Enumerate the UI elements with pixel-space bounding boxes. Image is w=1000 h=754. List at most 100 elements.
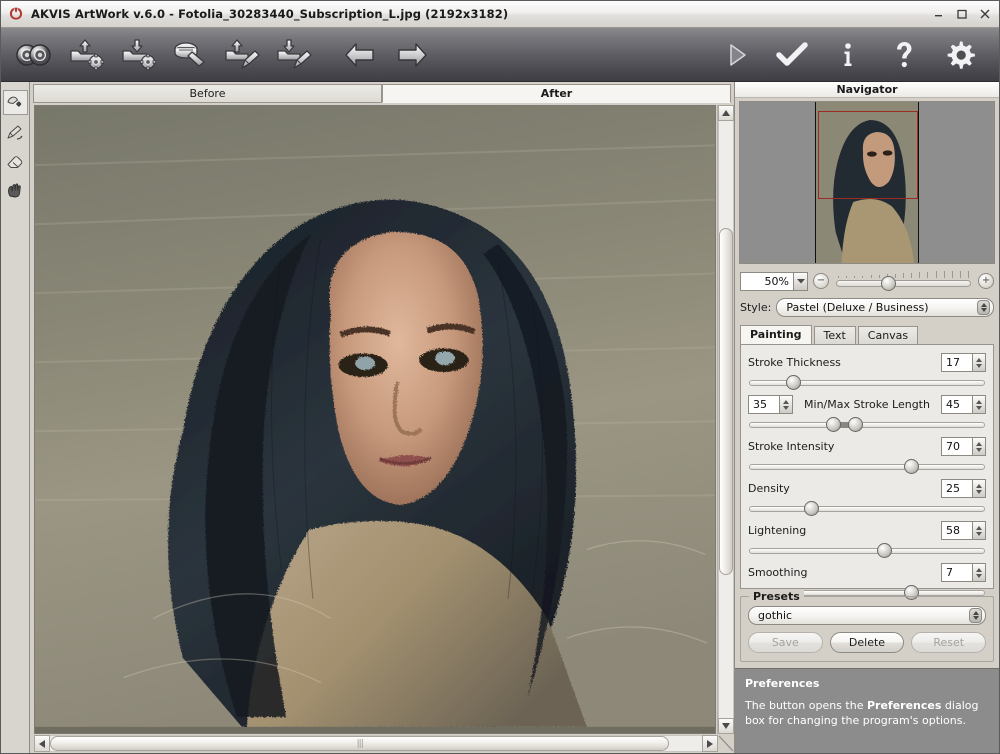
lightening-stepper[interactable]: 58 bbox=[941, 521, 986, 540]
preset-save-button[interactable]: Save bbox=[748, 632, 823, 653]
print-button[interactable] bbox=[169, 35, 211, 75]
tool-stroke-direction[interactable] bbox=[3, 119, 28, 144]
style-combo[interactable]: Pastel (Deluxe / Business) bbox=[776, 298, 994, 317]
main-toolbar bbox=[1, 28, 999, 82]
zoom-in-button[interactable]: + bbox=[978, 273, 994, 289]
image-canvas[interactable] bbox=[34, 105, 716, 734]
tool-eraser[interactable] bbox=[3, 148, 28, 173]
slider-track[interactable] bbox=[749, 464, 985, 470]
slider-thumb[interactable] bbox=[804, 501, 819, 516]
density-slider[interactable] bbox=[748, 500, 986, 516]
preferences-button[interactable] bbox=[939, 35, 981, 75]
slider-thumb-min[interactable] bbox=[826, 417, 841, 432]
zoom-input[interactable]: 50% bbox=[740, 272, 794, 291]
stroke-thickness-slider[interactable] bbox=[748, 374, 986, 390]
smoothing-value[interactable]: 7 bbox=[941, 563, 973, 582]
navigator-viewport-rect[interactable] bbox=[818, 111, 918, 199]
maximize-button[interactable] bbox=[951, 5, 972, 24]
stroke-intensity-spinner-icon[interactable] bbox=[972, 437, 986, 456]
slider-track[interactable] bbox=[749, 548, 985, 554]
run-button[interactable] bbox=[715, 35, 757, 75]
close-button[interactable] bbox=[974, 5, 995, 24]
tab-painting[interactable]: Painting bbox=[740, 325, 812, 344]
param-row-smoothing: Smoothing 7 bbox=[748, 562, 986, 583]
stroke-length-max-spinner-icon[interactable] bbox=[972, 395, 986, 414]
vertical-scrollbar[interactable] bbox=[717, 105, 734, 734]
load-strokes-button[interactable] bbox=[221, 35, 263, 75]
tool-smudge[interactable] bbox=[3, 90, 28, 115]
tab-before[interactable]: Before bbox=[33, 84, 382, 103]
style-spinner-icon[interactable] bbox=[977, 300, 990, 315]
scroll-down-button[interactable] bbox=[718, 718, 734, 734]
open-from-button[interactable] bbox=[65, 35, 107, 75]
stroke-intensity-stepper[interactable]: 70 bbox=[941, 437, 986, 456]
density-stepper[interactable]: 25 bbox=[941, 479, 986, 498]
stroke-length-max-value[interactable]: 45 bbox=[941, 395, 973, 414]
stroke-length-min-spinner-icon[interactable] bbox=[779, 395, 793, 414]
min-max-stroke-length-slider[interactable] bbox=[748, 416, 986, 432]
hint-panel: Preferences The button opens the Prefere… bbox=[735, 668, 999, 753]
redo-button[interactable] bbox=[391, 35, 433, 75]
title-bar: AKVIS ArtWork v.6.0 - Fotolia_30283440_S… bbox=[1, 1, 999, 28]
scroll-up-button[interactable] bbox=[718, 105, 734, 121]
scroll-left-button[interactable] bbox=[34, 735, 50, 752]
stroke-intensity-slider[interactable] bbox=[748, 458, 986, 474]
slider-track[interactable] bbox=[749, 380, 985, 386]
horizontal-scroll-track[interactable]: ||| bbox=[50, 735, 702, 752]
zoom-slider[interactable] bbox=[834, 271, 973, 291]
question-icon bbox=[897, 42, 912, 67]
save-strokes-button[interactable] bbox=[273, 35, 315, 75]
preset-spinner-icon[interactable] bbox=[969, 608, 982, 623]
horizontal-scrollbar[interactable]: ||| bbox=[30, 734, 734, 753]
stroke-length-min-value[interactable]: 35 bbox=[748, 395, 780, 414]
density-spinner-icon[interactable] bbox=[972, 479, 986, 498]
help-button[interactable] bbox=[883, 35, 925, 75]
undo-button[interactable] bbox=[339, 35, 381, 75]
stroke-thickness-value[interactable]: 17 bbox=[941, 353, 973, 372]
tab-text[interactable]: Text bbox=[814, 326, 856, 344]
vertical-scroll-thumb[interactable] bbox=[719, 228, 733, 574]
slider-thumb[interactable] bbox=[877, 543, 892, 558]
scroll-right-button[interactable] bbox=[702, 735, 718, 752]
param-row-min-max-stroke-length: 35 Min/Max Stroke Length 45 bbox=[748, 394, 986, 415]
window-resize-grip[interactable] bbox=[718, 735, 734, 752]
zoom-out-button[interactable]: − bbox=[813, 273, 829, 289]
about-button[interactable] bbox=[827, 35, 869, 75]
stroke-intensity-value[interactable]: 70 bbox=[941, 437, 973, 456]
stroke-length-max-stepper[interactable]: 45 bbox=[941, 395, 986, 414]
slider-thumb[interactable] bbox=[786, 375, 801, 390]
navigator-preview[interactable] bbox=[739, 101, 995, 264]
lightening-slider[interactable] bbox=[748, 542, 986, 558]
minimize-button[interactable] bbox=[928, 5, 949, 24]
lightening-spinner-icon[interactable] bbox=[972, 521, 986, 540]
gear-icon bbox=[948, 41, 975, 68]
tool-hand[interactable] bbox=[3, 177, 28, 202]
horizontal-scroll-thumb[interactable]: ||| bbox=[50, 736, 669, 751]
slider-track[interactable] bbox=[749, 422, 985, 428]
smoothing-spinner-icon[interactable] bbox=[972, 563, 986, 582]
density-value[interactable]: 25 bbox=[941, 479, 973, 498]
zoom-slider-thumb[interactable] bbox=[881, 276, 896, 291]
preset-reset-button[interactable]: Reset bbox=[911, 632, 986, 653]
slider-thumb[interactable] bbox=[904, 459, 919, 474]
lightening-value[interactable]: 58 bbox=[941, 521, 973, 540]
apply-button[interactable] bbox=[771, 35, 813, 75]
smoothing-stepper[interactable]: 7 bbox=[941, 563, 986, 582]
open-image-button[interactable] bbox=[13, 35, 55, 75]
preset-delete-button[interactable]: Delete bbox=[830, 632, 905, 653]
zoom-dropdown-button[interactable] bbox=[793, 272, 808, 291]
slider-thumb-max[interactable] bbox=[848, 417, 863, 432]
preset-combo[interactable]: gothic bbox=[748, 606, 986, 625]
navigator-thumbnail bbox=[815, 102, 919, 263]
stroke-thickness-stepper[interactable]: 17 bbox=[941, 353, 986, 372]
param-row-stroke-intensity: Stroke Intensity 70 bbox=[748, 436, 986, 457]
save-to-button[interactable] bbox=[117, 35, 159, 75]
stroke-thickness-spinner-icon[interactable] bbox=[972, 353, 986, 372]
vertical-scroll-track[interactable] bbox=[718, 121, 734, 718]
tab-after[interactable]: After bbox=[382, 84, 731, 103]
tab-canvas[interactable]: Canvas bbox=[858, 326, 918, 344]
slider-track[interactable] bbox=[749, 506, 985, 512]
zoom-slider-track[interactable] bbox=[836, 280, 971, 287]
stroke-length-min-stepper[interactable]: 35 bbox=[748, 395, 793, 414]
hint-title: Preferences bbox=[745, 677, 989, 690]
